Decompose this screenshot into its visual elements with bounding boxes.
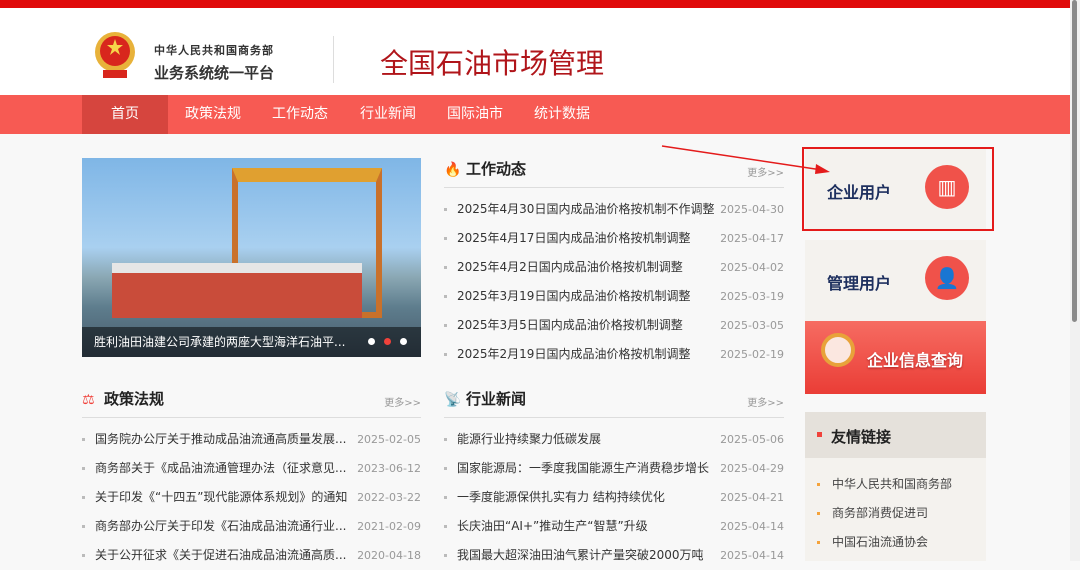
carousel-dots [368, 338, 407, 345]
nav-policy[interactable]: 政策法规 [170, 95, 256, 134]
flame-icon: 🔥 [444, 162, 462, 178]
org-name: 中华人民共和国商务部 [154, 44, 274, 57]
site-title: 全国石油市场管理 [380, 47, 605, 80]
user-gear-icon: 👤 [925, 256, 969, 300]
item-title[interactable]: 2025年3月19日国内成品油价格按机制调整 [457, 289, 690, 303]
item-date: 2025-05-06 [720, 433, 784, 446]
item-date: 2025-02-05 [357, 433, 421, 446]
list-item[interactable]: 2025年2月19日国内成品油价格按机制调整 2025-02-19 [444, 340, 784, 369]
item-title[interactable]: 2025年3月5日国内成品油价格按机制调整 [457, 318, 683, 332]
item-date: 2025-04-02 [720, 261, 784, 274]
item-date: 2023-06-12 [357, 462, 421, 475]
item-date: 2025-04-14 [720, 549, 784, 562]
news-carousel[interactable]: 胜利油田油建公司承建的两座大型海洋石油平... [82, 158, 421, 357]
item-date: 2022-03-22 [357, 491, 421, 504]
item-date: 2020-04-18 [357, 549, 421, 562]
item-title[interactable]: 2025年4月17日国内成品油价格按机制调整 [457, 231, 690, 245]
platform-name: 业务系统统一平台 [154, 64, 275, 82]
link-item[interactable]: 中华人民共和国商务部 [805, 470, 986, 499]
list-item[interactable]: 2025年4月2日国内成品油价格按机制调整 2025-04-02 [444, 253, 784, 282]
industry-section: 📡 行业新闻 更多>> 能源行业持续聚力低碳发展 2025-05-06 国家能源局：一… [444, 388, 784, 570]
item-date: 2025-03-19 [720, 290, 784, 303]
magnifier-icon [821, 333, 855, 367]
work-section: 🔥 工作动态 更多>> 2025年4月30日国内成品油价格按机制不作调整 2025-0… [444, 158, 784, 369]
link-item[interactable]: 商务部消费促进司 [805, 499, 986, 528]
list-item[interactable]: 商务部关于《成品油流通管理办法（征求意见... 2023-06-12 [82, 454, 421, 483]
list-item[interactable]: 关于公开征求《关于促进石油成品油流通高质... 2020-04-18 [82, 541, 421, 570]
more-link[interactable]: 更多>> [384, 394, 421, 409]
national-emblem-logo [95, 32, 135, 78]
item-date: 2025-04-30 [720, 203, 784, 216]
friendly-links: 友情链接 中华人民共和国商务部 商务部消费促进司 中国石油流通协会 [805, 412, 986, 561]
item-date: 2021-02-09 [357, 520, 421, 533]
list-item[interactable]: 关于印发《“十四五”现代能源体系规划》的通知 2022-03-22 [82, 483, 421, 512]
list-item[interactable]: 长庆油田“AI+”推动生产“智慧”升级 2025-04-14 [444, 512, 784, 541]
more-link[interactable]: 更多>> [747, 394, 784, 409]
item-title[interactable]: 我国最大超深油田油气累计产量突破2000万吨 [457, 548, 704, 562]
list-item[interactable]: 我国最大超深油田油气累计产量突破2000万吨 2025-04-14 [444, 541, 784, 570]
section-title: 工作动态 [466, 160, 527, 178]
header: 中华人民共和国商务部 业务系统统一平台 全国石油市场管理 [0, 8, 1070, 95]
item-title[interactable]: 商务部办公厅关于印发《石油成品油流通行业... [95, 519, 346, 533]
item-title[interactable]: 长庆油田“AI+”推动生产“智慧”升级 [457, 519, 648, 533]
enterprise-query-banner[interactable]: 企业信息查询 [805, 321, 986, 394]
list-item[interactable]: 商务部办公厅关于印发《石油成品油流通行业... 2021-02-09 [82, 512, 421, 541]
scrollbar[interactable] [1070, 0, 1080, 561]
carousel-dot[interactable] [368, 338, 375, 345]
carousel-dot-active[interactable] [384, 338, 391, 345]
nav-intl-oil[interactable]: 国际油市 [432, 95, 518, 134]
carousel-dot[interactable] [400, 338, 407, 345]
section-title: 政策法规 [104, 390, 165, 408]
item-title[interactable]: 2025年4月2日国内成品油价格按机制调整 [457, 260, 683, 274]
carousel-ship [112, 263, 362, 318]
list-item[interactable]: 2025年3月5日国内成品油价格按机制调整 2025-03-05 [444, 311, 784, 340]
item-date: 2025-04-17 [720, 232, 784, 245]
banner-label: 企业信息查询 [867, 351, 964, 370]
item-date: 2025-04-14 [720, 520, 784, 533]
list-item[interactable]: 国务院办公厅关于推动成品油流通高质量发展... 2025-02-05 [82, 425, 421, 454]
nav-industry[interactable]: 行业新闻 [345, 95, 431, 134]
header-divider [333, 36, 334, 83]
item-date: 2025-04-29 [720, 462, 784, 475]
more-link[interactable]: 更多>> [747, 164, 784, 179]
list-item[interactable]: 能源行业持续聚力低碳发展 2025-05-06 [444, 425, 784, 454]
item-title[interactable]: 一季度能源保供扎实有力 结构持续优化 [457, 490, 665, 504]
list-item[interactable]: 2025年3月19日国内成品油价格按机制调整 2025-03-19 [444, 282, 784, 311]
item-title[interactable]: 2025年2月19日国内成品油价格按机制调整 [457, 347, 690, 361]
policy-section: ⚖ 政策法规 更多>> 国务院办公厅关于推动成品油流通高质量发展... 2025-02… [82, 388, 421, 570]
square-bullet-icon [817, 432, 822, 437]
nav-work[interactable]: 工作动态 [257, 95, 343, 134]
nav-statistics[interactable]: 统计数据 [519, 95, 605, 134]
item-title[interactable]: 商务部关于《成品油流通管理办法（征求意见... [95, 461, 346, 475]
item-date: 2025-04-21 [720, 491, 784, 504]
item-title[interactable]: 国务院办公厅关于推动成品油流通高质量发展... [95, 432, 346, 446]
scrollbar-thumb[interactable] [1072, 0, 1077, 322]
list-item[interactable]: 2025年4月30日国内成品油价格按机制不作调整 2025-04-30 [444, 195, 784, 224]
item-date: 2025-03-05 [720, 319, 784, 332]
list-item[interactable]: 2025年4月17日国内成品油价格按机制调整 2025-04-17 [444, 224, 784, 253]
admin-user-label: 管理用户 [827, 274, 892, 293]
item-title[interactable]: 能源行业持续聚力低碳发展 [457, 432, 601, 446]
item-date: 2025-02-19 [720, 348, 784, 361]
item-title[interactable]: 关于公开征求《关于促进石油成品油流通高质... [95, 548, 346, 562]
links-title: 友情链接 [831, 428, 892, 446]
item-title[interactable]: 关于印发《“十四五”现代能源体系规划》的通知 [95, 490, 347, 504]
nav-home[interactable]: 首页 [82, 95, 168, 134]
item-title[interactable]: 2025年4月30日国内成品油价格按机制不作调整 [457, 202, 714, 216]
admin-user-button[interactable]: 管理用户 👤 [805, 240, 986, 322]
section-title: 行业新闻 [466, 390, 527, 408]
highlight-box [802, 147, 994, 231]
top-accent-bar [0, 0, 1070, 8]
link-item[interactable]: 中国石油流通协会 [805, 528, 986, 557]
list-item[interactable]: 一季度能源保供扎实有力 结构持续优化 2025-04-21 [444, 483, 784, 512]
list-item[interactable]: 国家能源局：一季度我国能源生产消费稳步增长 2025-04-29 [444, 454, 784, 483]
main-nav: 首页 政策法规 工作动态 行业新闻 国际油市 统计数据 [0, 95, 1070, 134]
item-title[interactable]: 国家能源局：一季度我国能源生产消费稳步增长 [457, 461, 709, 475]
satellite-dish-icon: 📡 [444, 392, 462, 408]
gavel-icon: ⚖ [82, 392, 95, 408]
